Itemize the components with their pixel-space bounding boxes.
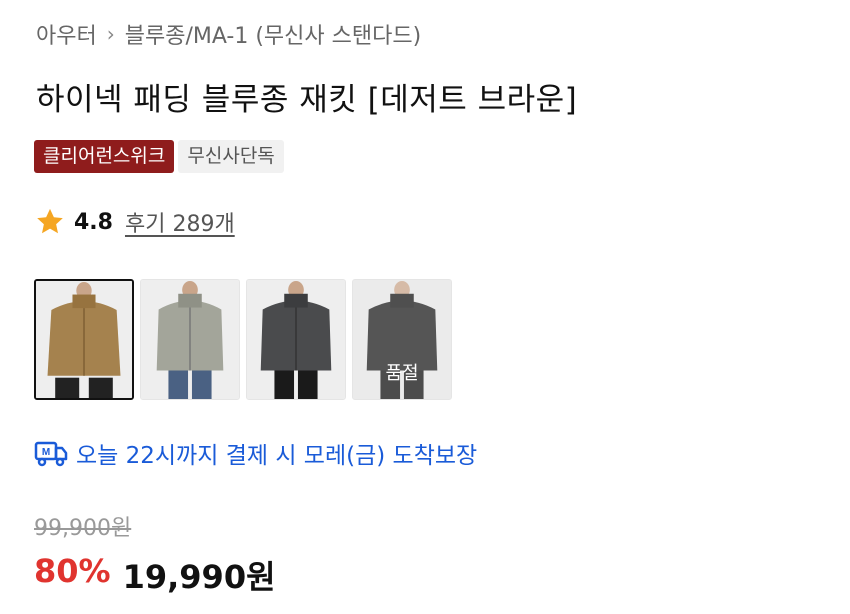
delivery-truck-icon: M — [34, 441, 68, 467]
sale-price-row: 80% 19,990원 — [34, 552, 276, 598]
color-thumbnail-brown[interactable] — [34, 279, 134, 400]
jacket-image — [36, 281, 132, 398]
jacket-image — [141, 280, 239, 399]
product-title: 하이넥 패딩 블루종 재킷 [데저트 브라운] — [36, 82, 578, 118]
delivery-text: 오늘 22시까지 결제 시 모레(금) 도착보장 — [76, 443, 478, 469]
sold-out-label: 품절 — [385, 363, 419, 384]
color-thumbnail-list: 품절 — [34, 279, 452, 400]
clearance-badge: 클리어런스위크 — [34, 140, 175, 173]
rating-row: 4.8 후기 289개 — [34, 206, 235, 238]
svg-text:M: M — [42, 447, 50, 458]
jacket-image — [247, 280, 345, 399]
exclusive-badge: 무신사단독 — [178, 140, 284, 173]
color-thumbnail-gray[interactable] — [140, 279, 240, 400]
breadcrumb-item-category[interactable]: 블루종/MA-1 (무신사 스탠다드) — [125, 18, 421, 50]
color-thumbnail-black[interactable]: 품절 — [352, 279, 452, 400]
chevron-right-icon: › — [106, 22, 115, 46]
final-price: 19,990원 — [122, 558, 276, 596]
review-count-link[interactable]: 후기 289개 — [125, 206, 235, 238]
color-thumbnail-charcoal[interactable] — [246, 279, 346, 400]
original-price: 99,900원 — [34, 516, 132, 541]
product-detail-page: 아우터 › 블루종/MA-1 (무신사 스탠다드) 하이넥 패딩 블루종 재킷 … — [0, 0, 850, 614]
star-icon — [37, 208, 63, 234]
breadcrumb: 아우터 › 블루종/MA-1 (무신사 스탠다드) — [36, 18, 421, 50]
delivery-guarantee[interactable]: M 오늘 22시까지 결제 시 모레(금) 도착보장 — [34, 436, 477, 470]
breadcrumb-item-outer[interactable]: 아우터 — [36, 18, 97, 50]
rating-score: 4.8 — [74, 209, 113, 235]
discount-rate: 80% — [34, 552, 111, 590]
badge-group: 클리어런스위크 무신사단독 — [34, 140, 284, 173]
